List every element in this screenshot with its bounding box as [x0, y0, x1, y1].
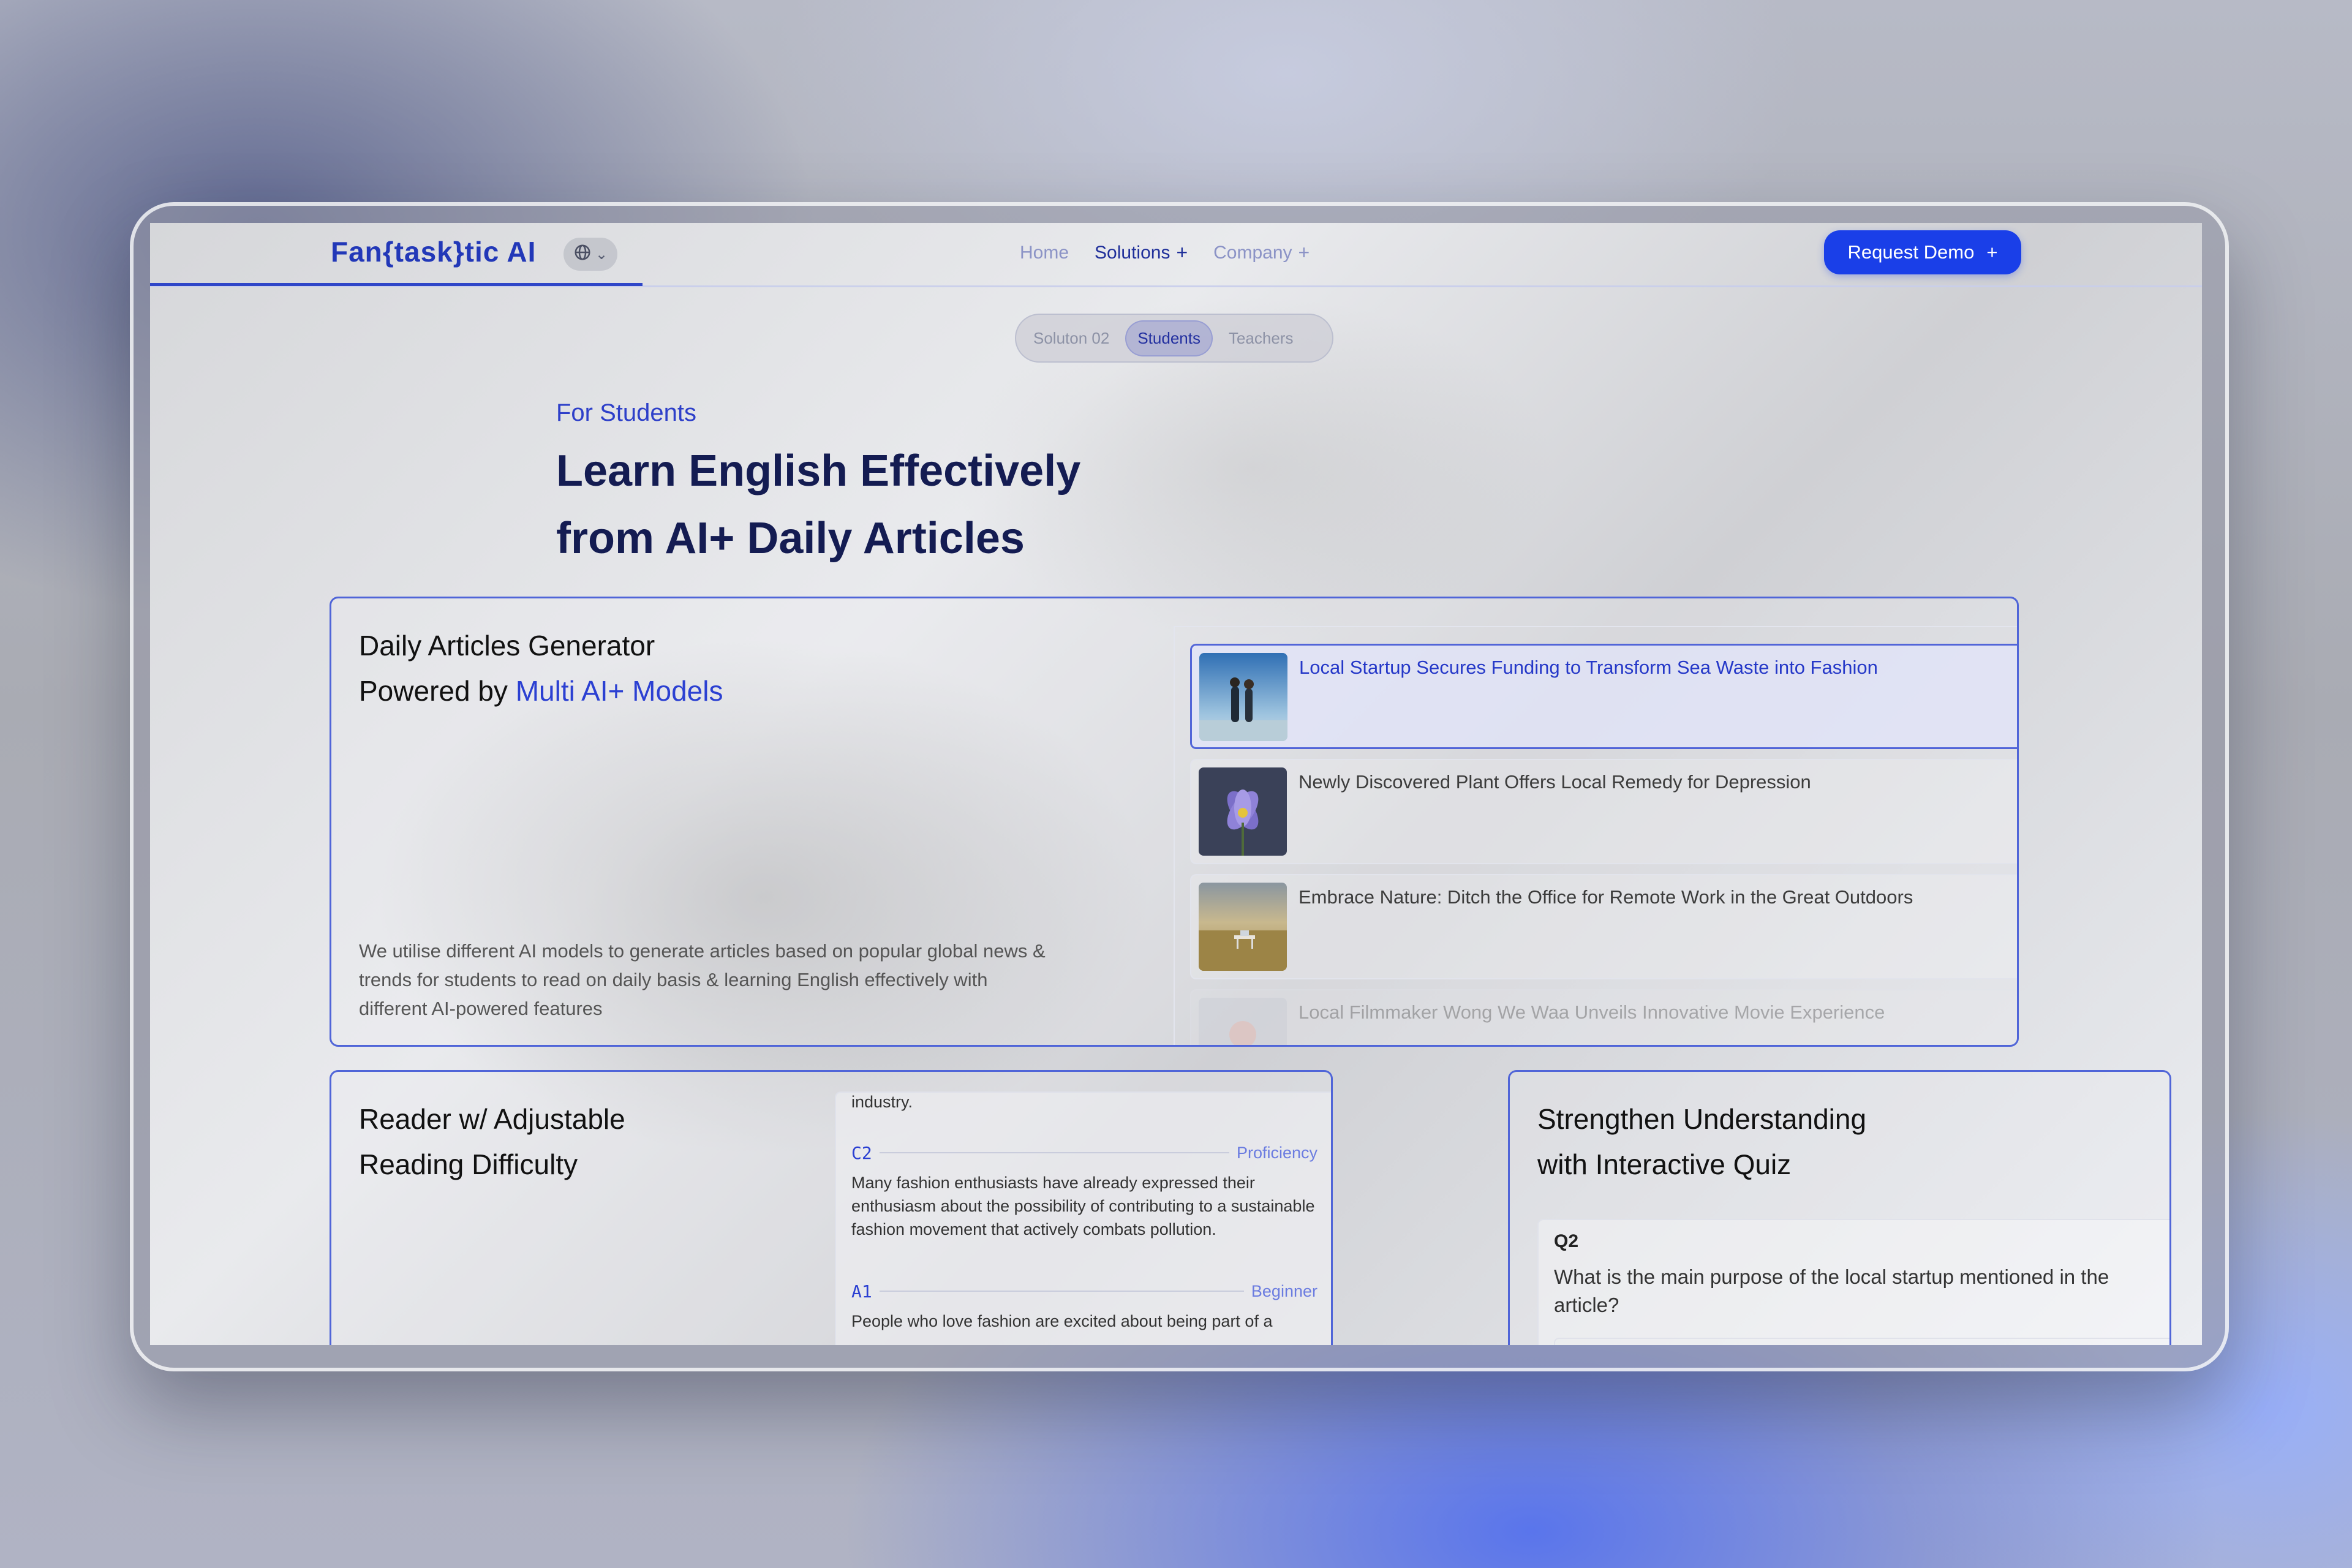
article-title: Local Startup Secures Funding to Transfo… [1299, 657, 1878, 678]
website-screen: Fan{task}tic AI ⌄ Home Solutions + Compa… [150, 223, 2202, 1345]
site-logo[interactable]: Fan{task}tic AI [331, 235, 536, 268]
article-title: Local Filmmaker Wong We Waa Unveils Inno… [1298, 1001, 1885, 1023]
hero-title-line-1: Learn English Effectively [556, 447, 1081, 496]
plus-icon: + [1986, 241, 1998, 263]
plus-icon: + [1176, 241, 1188, 263]
article-thumbnail [1199, 998, 1287, 1045]
audience-segmented-control: Soluton 02 Students Teachers [1015, 314, 1333, 363]
level-header-c2: C2 Proficiency [851, 1142, 1317, 1164]
quiz-question-text: What is the main purpose of the local st… [1554, 1265, 2109, 1316]
level-name: Beginner [1251, 1281, 1317, 1300]
nav-link-label: Home [1020, 242, 1069, 263]
article-list: Local Startup Secures Funding to Transfo… [1174, 626, 2017, 1045]
article-item[interactable]: Local Filmmaker Wong We Waa Unveils Inno… [1190, 989, 2017, 1045]
article-thumbnail [1199, 653, 1287, 741]
article-thumbnail [1199, 883, 1287, 971]
top-navigation: Fan{task}tic AI ⌄ Home Solutions + Compa… [150, 223, 2202, 287]
quiz-title-line-1: Strengthen Understanding [1537, 1103, 1867, 1135]
nav-active-underline [150, 283, 643, 286]
segment-solution-02[interactable]: Soluton 02 [1022, 322, 1120, 355]
article-item[interactable]: Embrace Nature: Ditch the Office for Rem… [1190, 874, 2017, 979]
level-code: A1 [851, 1281, 872, 1302]
generator-title-accent: Multi AI+ Models [515, 675, 723, 707]
reader-preview[interactable]: industry. C2 Proficiency Many fashion en… [835, 1091, 1331, 1345]
article-thumbnail [1199, 767, 1287, 856]
level-text-a1: People who love fashion are excited abou… [851, 1312, 1273, 1330]
plus-icon: + [1298, 241, 1310, 263]
generator-description: We utilise different AI models to genera… [359, 940, 1046, 1019]
article-item[interactable]: Local Startup Secures Funding to Transfo… [1190, 644, 2017, 749]
articles-generator-card: Daily Articles Generator Powered by Mult… [330, 597, 2019, 1047]
article-title: Embrace Nature: Ditch the Office for Rem… [1298, 886, 1913, 908]
level-divider [879, 1152, 1229, 1153]
hero-title-line-2: from AI+ Daily Articles [556, 514, 1025, 563]
level-header-a1: A1 Beginner [851, 1280, 1317, 1302]
nav-link-home[interactable]: Home [1020, 241, 1069, 264]
article-title: Newly Discovered Plant Offers Local Reme… [1298, 771, 1811, 793]
reader-title-line-2: Reading Difficulty [359, 1148, 578, 1180]
level-divider [879, 1291, 1244, 1292]
reader-card: Reader w/ Adjustable Reading Difficulty … [330, 1070, 1333, 1345]
generator-title: Daily Articles Generator Powered by Mult… [359, 623, 723, 714]
quiz-answer-option[interactable] [1554, 1338, 2169, 1345]
hero-title: Learn English Effectively from AI+ Daily… [556, 437, 1080, 572]
level-code: C2 [851, 1142, 872, 1163]
hero-eyebrow: For Students [556, 399, 697, 426]
nav-link-label: Company [1213, 242, 1292, 263]
generator-title-line-2: Powered by Multi AI+ Models [359, 668, 723, 714]
request-demo-button[interactable]: Request Demo + [1824, 230, 2021, 274]
quiz-question-number: Q2 [1554, 1231, 1579, 1251]
language-selector[interactable]: ⌄ [564, 238, 617, 271]
generator-title-line-1: Daily Articles Generator [359, 630, 655, 662]
generator-title-prefix: Powered by [359, 675, 516, 707]
reader-title: Reader w/ Adjustable Reading Difficulty [359, 1096, 625, 1187]
quiz-question-box: Q2 What is the main purpose of the local… [1537, 1219, 2169, 1345]
article-item[interactable]: Newly Discovered Plant Offers Local Reme… [1190, 759, 2017, 864]
request-demo-label: Request Demo [1847, 241, 1975, 263]
level-text-c2: Many fashion enthusiasts have already ex… [851, 1174, 1315, 1238]
reader-title-line-1: Reader w/ Adjustable [359, 1103, 625, 1135]
quiz-title-line-2: with Interactive Quiz [1537, 1148, 1792, 1180]
reader-text-fragment: industry. [851, 1093, 913, 1111]
nav-link-solutions[interactable]: Solutions + [1095, 241, 1188, 264]
quiz-card: Strengthen Understanding with Interactiv… [1508, 1070, 2171, 1345]
globe-icon [573, 243, 592, 266]
quiz-title: Strengthen Understanding with Interactiv… [1537, 1096, 1866, 1187]
nav-link-company[interactable]: Company + [1213, 241, 1310, 264]
segment-students[interactable]: Students [1125, 320, 1213, 356]
level-name: Proficiency [1236, 1143, 1317, 1162]
nav-link-label: Solutions [1095, 242, 1170, 263]
nav-links: Home Solutions + Company + [1020, 241, 1310, 264]
segment-teachers[interactable]: Teachers [1218, 322, 1305, 355]
chevron-down-icon: ⌄ [595, 246, 608, 263]
